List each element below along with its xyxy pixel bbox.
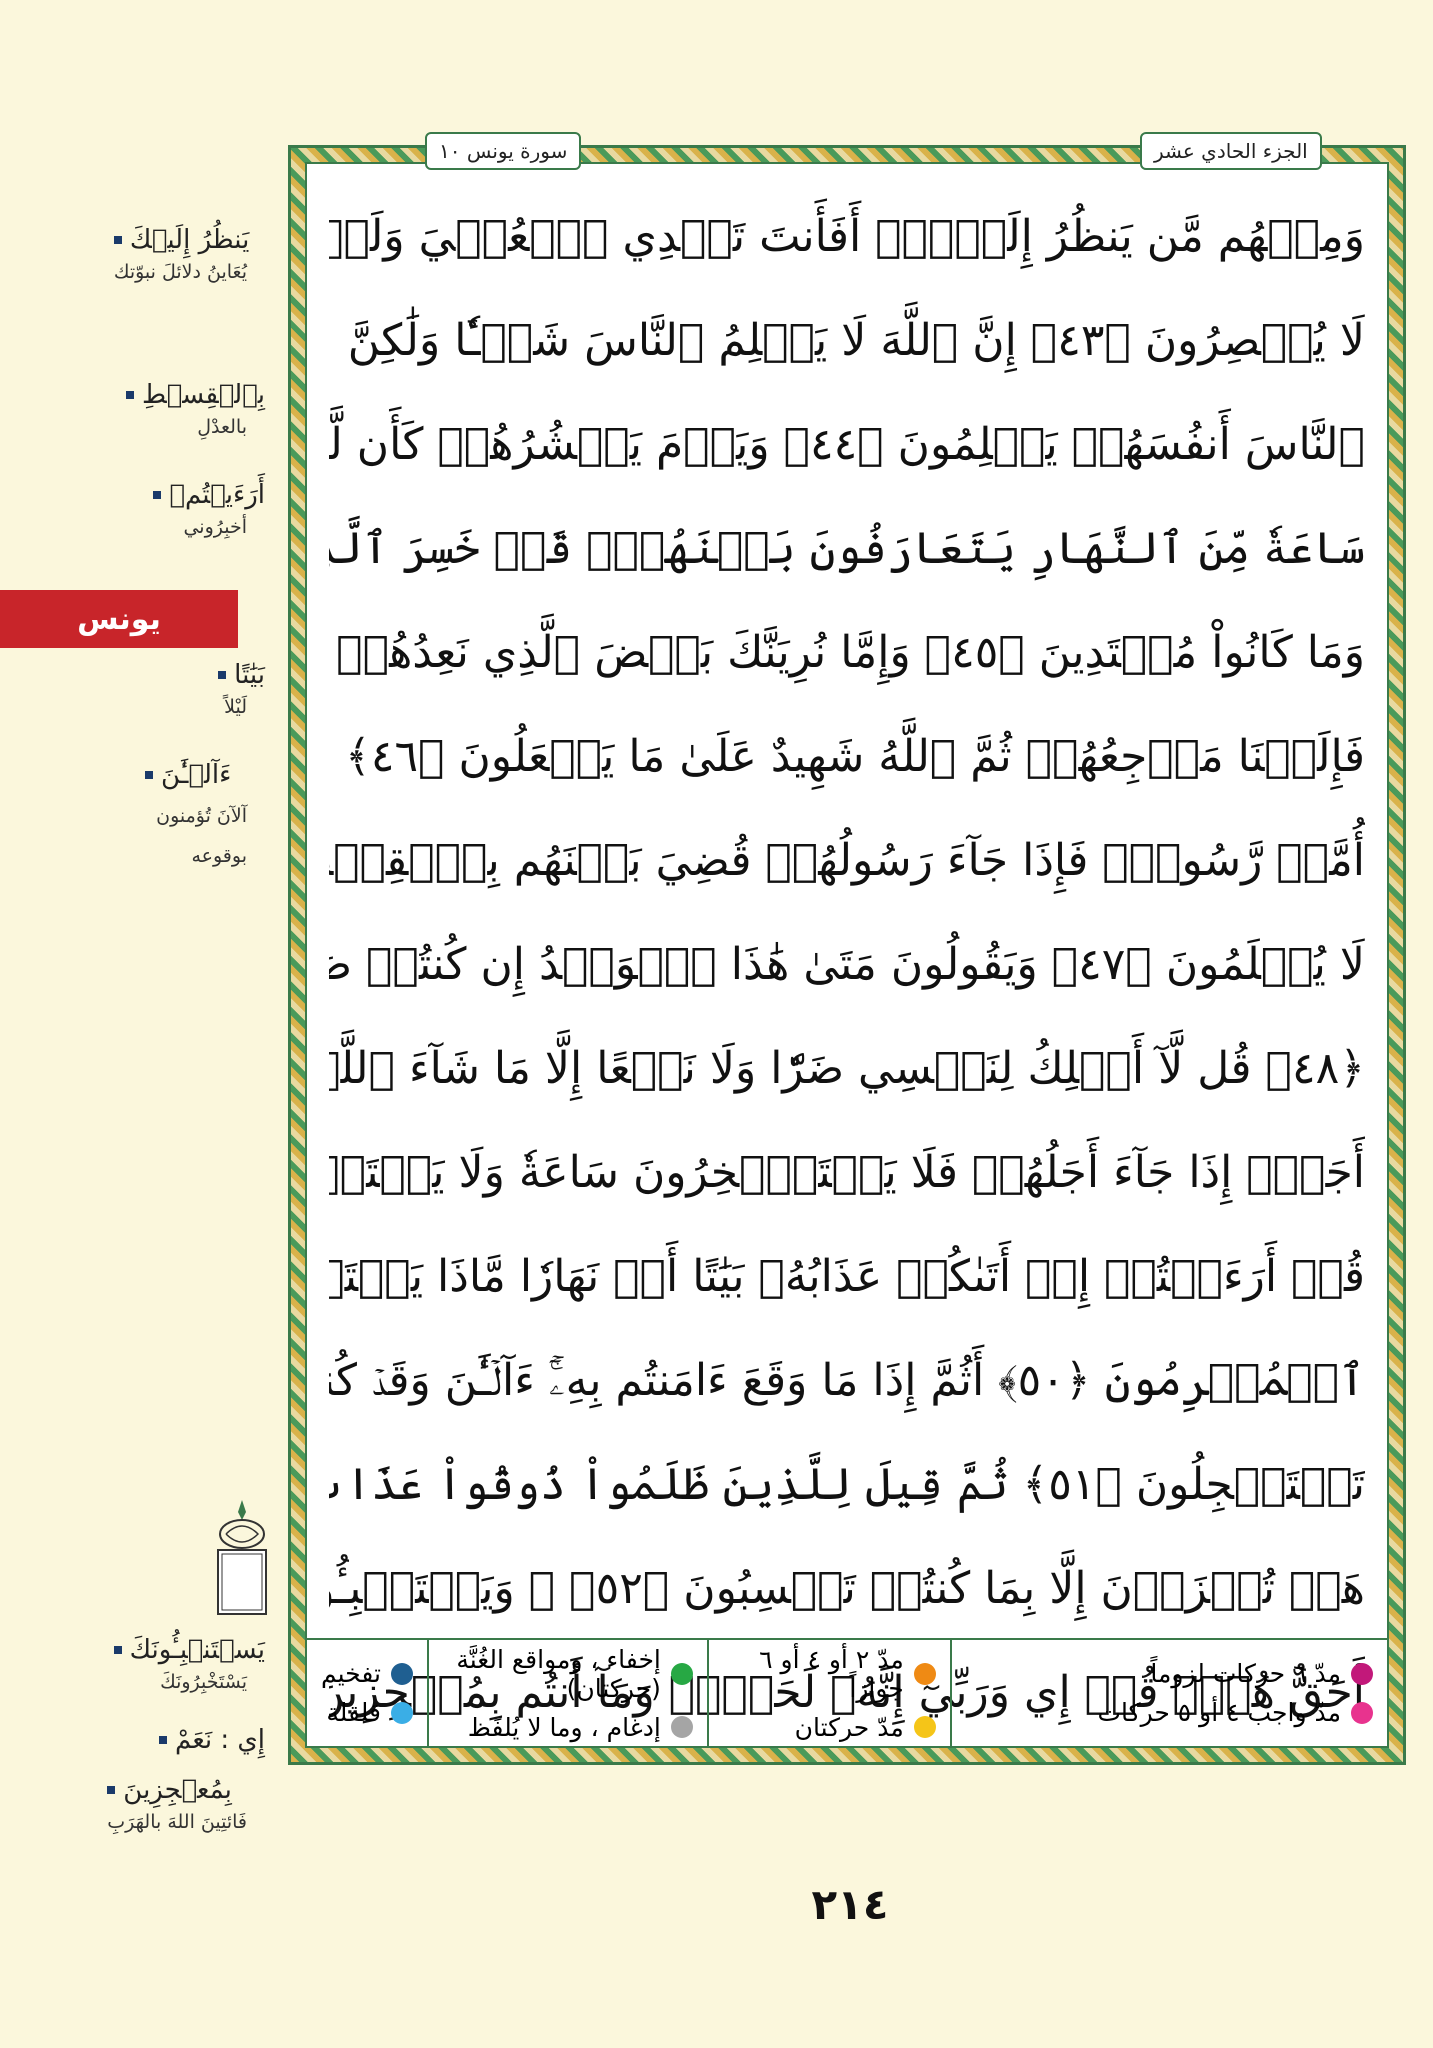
margin-column: يَنظُرُ إِلَيۡكَ يُعَاينُ دلائلَ نبوّتك … [0,0,285,2048]
gloss-meaning: بالعدْلِ [197,416,247,438]
legend-cell-madd: مدّ ٦ حركات لزوماً مدّ واجب ٤ أو ٥ حركات [949,1640,1387,1746]
color-swatch-icon [913,1662,936,1685]
surah-tab: يونس [0,590,238,648]
legend-label: إخفاء ، ومواقع الغُنَّة (حركتان) [456,1644,661,1703]
juz-text: الجزء الحادي عشر [1154,139,1308,163]
legend-item: مدّ واجب ٤ أو ٥ حركات [966,1698,1373,1727]
text-line: وَمَا كَانُواْ مُهۡتَدِينَ ﴿٤٥﴾ وَإِمَّا… [329,626,1365,678]
legend-item: مدّ ٢ أو ٤ أو ٦ جوازاً [723,1645,936,1703]
page-number: ٢١٤ [811,1880,889,1929]
gloss-entry-6: يَسۡتَنۢبِـُٔونَكَ يَسْتَخْبِرُونَكَ [113,1635,265,1693]
quran-text: وَمِنۡهُم مَّن يَنظُرُ إِلَيۡكَۚ أَفَأَن… [329,184,1365,1718]
text-line: قُلۡ أَرَءَيۡتُمۡ إِنۡ أَتَىٰكُمۡ عَذَاب… [329,1250,1365,1302]
surah-text: سورة يونس ١٠ [439,139,568,163]
tajweed-legend: مدّ ٦ حركات لزوماً مدّ واجب ٤ أو ٥ حركات… [307,1638,1387,1746]
legend-label: إدغام ، وما لا يُلفَظ [467,1712,661,1742]
gloss-entry-4: بَيَٰتًا لَيْلاً [218,660,265,718]
legend-item: مدّ ٦ حركات لزوماً [966,1659,1373,1688]
text-line: وَمِنۡهُم مَّن يَنظُرُ إِلَيۡكَۚ أَفَأَن… [329,210,1365,262]
gloss-entry-5: ءَآلۡـَٰٔنَ آلآنَ تُؤمنون بوقوعه [145,760,265,876]
legend-item: قلقلة [321,1698,413,1727]
legend-label: مدّ ٦ حركات لزوماً [1150,1659,1341,1688]
gloss-word: إِي : نَعَمْ [175,1725,265,1755]
text-line: ﴿٤٨﴾ قُل لَّآ أَمۡلِكُ لِنَفۡسِي ضَرّٗا … [329,1042,1365,1094]
gloss-meaning: لَيْلاً [224,696,247,718]
text-line: ٱلنَّاسَ أَنفُسَهُمۡ يَظۡلِمُونَ ﴿٤٤﴾ وَ… [329,418,1365,470]
bullet-icon [145,771,153,779]
hizb-marker-icon [217,1500,267,1615]
legend-item: تفخيم [321,1659,413,1688]
surah-label: سورة يونس ١٠ [425,132,582,170]
legend-label: مدّ حركتان [794,1712,904,1742]
gloss-meaning: آلآنَ تُؤمنون بوقوعه [156,805,247,867]
gloss-meaning: فَائتِينَ اللهَ بالهَرَبِ [107,1811,247,1833]
gloss-entry-7: إِي : نَعَمْ [159,1725,265,1755]
color-swatch-icon [1351,1701,1373,1724]
gloss-meaning: يُعَاينُ دلائلَ نبوّتك [113,261,247,283]
page-frame: وَمِنۡهُم مَّن يَنظُرُ إِلَيۡكَۚ أَفَأَن… [288,145,1406,1765]
gloss-word: ءَآلۡـَٰٔنَ [161,760,232,790]
bullet-icon [107,1786,116,1794]
gloss-word: بِمُعۡجِزِينَ [123,1775,232,1805]
text-line: لَا يُظۡلَمُونَ ﴿٤٧﴾ وَيَقُولُونَ مَتَىٰ… [329,938,1365,990]
text-line: أَجَلٌۚ إِذَا جَآءَ أَجَلُهُمۡ فَلَا يَس… [329,1146,1365,1198]
text-line: فَإِلَيۡنَا مَرۡجِعُهُمۡ ثُمَّ ٱللَّهُ ش… [329,730,1365,782]
text-line: لَا يُبۡصِرُونَ ﴿٤٣﴾ إِنَّ ٱللَّهَ لَا ي… [347,314,1365,366]
bullet-icon [159,1736,168,1744]
gloss-entry-3: أَرَءَيۡتُمۡ أخبِرُوني [153,480,265,538]
legend-cell-ghunna: إخفاء ، ومواقع الغُنَّة (حركتان) إدغام ،… [426,1640,707,1746]
gloss-entry-2: بِٱلۡقِسۡطِ بالعدْلِ [126,380,265,438]
gloss-word: يَسۡتَنۢبِـُٔونَكَ [129,1635,265,1665]
gloss-meaning: أخبِرُوني [183,516,247,538]
color-swatch-icon [670,1716,693,1738]
color-swatch-icon [1351,1662,1373,1685]
bullet-icon [113,1646,122,1654]
legend-cell-madd-jawaz: مدّ ٢ أو ٤ أو ٦ جوازاً مدّ حركتان [706,1640,950,1746]
gloss-entry-8: بِمُعۡجِزِينَ فَائتِينَ اللهَ بالهَرَبِ [107,1775,265,1833]
bullet-icon [126,391,134,399]
gloss-word: بِٱلۡقِسۡطِ [142,380,265,410]
legend-cell-tafkhim: تفخيم قلقلة [307,1640,427,1746]
color-swatch-icon [390,1662,413,1685]
bullet-icon [218,671,227,679]
text-line: هَلۡ تُجۡزَوۡنَ إِلَّا بِمَا كُنتُمۡ تَك… [329,1562,1365,1614]
legend-item: إدغام ، وما لا يُلفَظ [443,1713,693,1742]
bullet-icon [153,491,162,499]
text-line: سَاعَةٗ مِّنَ ٱلنَّهَارِ يَتَعَارَفُونَ … [329,522,1365,574]
color-swatch-icon [390,1701,413,1724]
legend-item: إخفاء ، ومواقع الغُنَّة (حركتان) [443,1645,693,1703]
gloss-meaning: يَسْتَخْبِرُونَكَ [160,1671,247,1693]
legend-item: مدّ حركتان [723,1713,936,1742]
color-swatch-icon [670,1662,693,1685]
gloss-word: بَيَٰتًا [234,660,265,690]
bullet-icon [113,236,122,244]
legend-label: مدّ واجب ٤ أو ٥ حركات [1097,1698,1341,1727]
gloss-word: يَنظُرُ إِلَيۡكَ [129,225,250,255]
juz-label: الجزء الحادي عشر [1140,132,1322,170]
surah-tab-label: يونس [77,601,161,637]
legend-label: قلقلة [326,1698,381,1727]
gloss-entry-1: يَنظُرُ إِلَيۡكَ يُعَاينُ دلائلَ نبوّتك [113,225,265,283]
text-line: ٱلۡمُجۡرِمُونَ ﴿٥٠﴾ أَثُمَّ إِذَا مَا وَ… [329,1354,1365,1406]
text-line: أُمَّةٖ رَّسُولٞۖ فَإِذَا جَآءَ رَسُولُه… [329,834,1365,886]
text-line: تَسۡتَعۡجِلُونَ ﴿٥١﴾ ثُمَّ قِيلَ لِلَّذِ… [329,1458,1365,1510]
color-swatch-icon [913,1716,936,1738]
legend-label: مدّ ٢ أو ٤ أو ٦ جوازاً [759,1644,904,1703]
gloss-word: أَرَءَيۡتُمۡ [169,480,265,510]
text-panel: وَمِنۡهُم مَّن يَنظُرُ إِلَيۡكَۚ أَفَأَن… [305,162,1389,1748]
legend-label: تفخيم [321,1659,381,1688]
